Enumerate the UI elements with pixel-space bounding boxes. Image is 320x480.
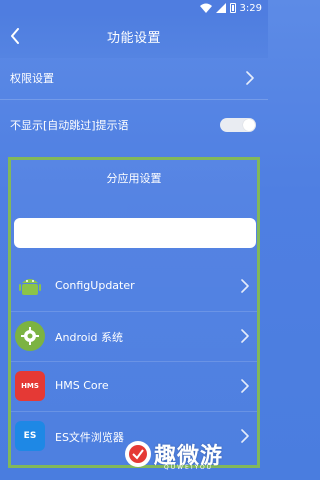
signal-icon: [215, 3, 226, 13]
chevron-right-icon: [241, 329, 249, 343]
page-title: 功能设置: [106, 31, 161, 46]
hide-tip-row: 不显示[自动跳过]提示语: [0, 105, 268, 145]
app-item-hms-core[interactable]: HMS HMS Core: [11, 362, 257, 412]
header: 功能设置: [0, 16, 268, 58]
chevron-right-icon: [241, 379, 249, 393]
per-app-title: 分应用设置: [106, 172, 162, 185]
battery-icon: [229, 3, 236, 13]
hide-tip-label: 不显示[自动跳过]提示语: [10, 119, 129, 132]
android-icon: [15, 271, 45, 301]
hms-icon-text: HMS: [21, 382, 39, 390]
status-bar: 3:29: [0, 0, 268, 16]
toggle-knob: [243, 119, 255, 131]
status-right: 3:29: [199, 1, 262, 15]
divider: [0, 99, 268, 100]
es-icon-text: ES: [23, 431, 37, 441]
permission-settings-row[interactable]: 权限设置: [0, 58, 268, 98]
watermark-logo-icon: [125, 441, 151, 467]
watermark-subtext: QUWEIYOU: [164, 464, 214, 471]
hms-icon: HMS: [15, 371, 45, 401]
app-name: HMS Core: [55, 379, 109, 392]
app-search-input[interactable]: [14, 218, 256, 248]
app-name: ES文件浏览器: [55, 431, 124, 444]
permission-settings-label: 权限设置: [10, 72, 54, 85]
app-name: ConfigUpdater: [55, 279, 135, 292]
es-file-icon: ES: [15, 421, 45, 451]
chevron-right-icon: [246, 71, 254, 85]
app-item-configupdater[interactable]: ConfigUpdater: [11, 262, 257, 312]
wifi-icon: [199, 3, 212, 13]
status-time: 3:29: [239, 2, 262, 14]
per-app-panel: 分应用设置 ConfigUpdater Android 系统 HMS HMS C…: [8, 157, 260, 468]
app-name: Android 系统: [55, 331, 124, 344]
hide-tip-toggle[interactable]: [220, 118, 256, 132]
watermark: 趣微游 QUWEIYOU: [124, 438, 262, 474]
settings-gear-icon: [15, 321, 45, 351]
chevron-right-icon: [241, 279, 249, 293]
app-item-android-system[interactable]: Android 系统: [11, 312, 257, 362]
